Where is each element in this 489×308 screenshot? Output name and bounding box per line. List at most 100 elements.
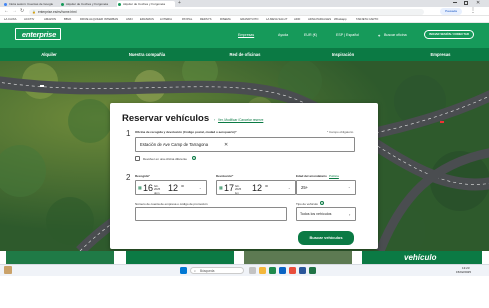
clock-time: 13:23: [462, 265, 470, 270]
promo-strip: vehículo: [0, 251, 489, 264]
bookmark[interactable]: RISEMA: [220, 16, 231, 23]
header-link-ayuda[interactable]: Ayuda: [278, 33, 288, 37]
promo-label: Número de cuenta de empresa o código de …: [135, 202, 208, 206]
new-tab-button[interactable]: +: [178, 0, 181, 7]
bookmark[interactable]: TARJETA CARTO: [356, 16, 378, 23]
browser-tab-label: Inicia sesión: Cuentas de Google: [9, 2, 54, 6]
return-datetime-field[interactable]: ▦ 17 feb. 2025 lun 12 00 ⌄: [216, 180, 296, 195]
word-icon[interactable]: [299, 267, 306, 274]
pickup-datetime-field[interactable]: ▦ 16 feb. 2025 dom 12 00 ⌄: [135, 180, 207, 195]
nav-item-alquiler[interactable]: Alquiler: [0, 48, 98, 61]
edge-icon[interactable]: [279, 267, 286, 274]
forward-icon[interactable]: →: [12, 8, 17, 14]
vehicle-type-label: Tipo de vehículo: [296, 202, 318, 206]
return-hour[interactable]: 12: [252, 181, 262, 196]
nav-item-inspiracion[interactable]: Inspiración: [294, 48, 392, 61]
age-select[interactable]: 25+ ⌄: [296, 180, 356, 195]
nav-item-empresas[interactable]: Empresas: [392, 48, 489, 61]
info-icon[interactable]: i: [192, 156, 196, 160]
pickup-minute[interactable]: 00: [181, 184, 184, 188]
bookmarks-bar: LA CAIXA ACCTIV AMAZON BBVA DRIVE ALQUIL…: [0, 16, 489, 23]
promo-tile-text: vehículo: [404, 253, 437, 262]
weather-icon[interactable]: [4, 266, 12, 274]
file-explorer-icon[interactable]: [259, 267, 266, 274]
bookmark[interactable]: AMAZON: [44, 16, 56, 23]
chevron-down-icon[interactable]: ⌄: [288, 186, 291, 190]
promo-tile[interactable]: [6, 251, 114, 264]
header-link-currency[interactable]: EUR (€): [304, 33, 317, 37]
back-icon[interactable]: ←: [4, 8, 9, 14]
lock-icon: 🔒: [32, 9, 36, 14]
bookmark[interactable]: INTERBAN: [104, 16, 118, 23]
return-minute[interactable]: 00: [265, 184, 268, 188]
bookmark[interactable]: DRIVE ALQUILER: [80, 16, 103, 23]
task-view-icon[interactable]: [249, 267, 256, 274]
bookmark[interactable]: BBVA: [64, 16, 71, 23]
nav-item-nuestra-compania[interactable]: Nuestra compañía: [98, 48, 196, 61]
search-vehicles-button[interactable]: Buscar vehículos: [298, 231, 354, 245]
chrome-icon[interactable]: [269, 267, 276, 274]
main-nav: Alquiler Nuestra compañía Red de oficina…: [0, 48, 489, 61]
bookmark[interactable]: ADNA PARAULES: [308, 16, 331, 23]
required-note: * Campo obligatorio: [327, 130, 354, 134]
age-label: Edad del arrendatario: [296, 174, 327, 178]
bookmark[interactable]: LA MEVA SALUT: [266, 16, 287, 23]
bookmark[interactable]: ADIF: [294, 16, 300, 23]
age-value: 25+: [301, 185, 309, 190]
clear-icon[interactable]: ✕: [224, 138, 228, 152]
bookmark[interactable]: Whatsapp: [334, 16, 347, 23]
pickup-day: 16: [143, 183, 154, 193]
step-number: 2: [126, 173, 131, 182]
reload-icon[interactable]: ↻: [20, 8, 24, 14]
calendar-icon: ▦: [138, 185, 142, 190]
bookmark[interactable]: ACCTIV: [24, 16, 34, 23]
calendar-icon: ▦: [219, 185, 223, 190]
pickup-weekday: dom: [154, 190, 160, 195]
maximize-icon[interactable]: [464, 1, 468, 5]
return-day: 17: [224, 183, 235, 193]
signin-button[interactable]: INICIAR SESIÓN / CONECTAR: [424, 30, 474, 39]
promo-tile[interactable]: vehículo: [362, 251, 482, 264]
bookmark[interactable]: REDSYS: [200, 16, 212, 23]
promo-code-input[interactable]: [135, 207, 287, 221]
booking-title: Reservar vehículos: [122, 113, 210, 124]
bookmark[interactable]: ANKI: [126, 16, 133, 23]
bookmark[interactable]: PAYPAL: [182, 16, 192, 23]
vehicle-type-select[interactable]: Todos los vehículos ›: [296, 207, 356, 221]
office-icon[interactable]: [289, 267, 296, 274]
bookmark[interactable]: GRANDTUITO: [240, 16, 258, 23]
close-icon[interactable]: ✕: [476, 0, 480, 6]
header-link-find-office[interactable]: Buscar oficina: [384, 33, 407, 37]
profile-button[interactable]: Pausada: [440, 8, 462, 15]
modify-reservation-link[interactable]: Ver, Modificar /Cancelar reserve: [218, 118, 263, 122]
bookmark[interactable]: LA CAIXA: [4, 16, 16, 23]
minimize-icon[interactable]: [453, 2, 457, 3]
pickup-location-value: Estación de Ave Camp de Tarragona: [140, 142, 209, 147]
nav-item-red-oficinas[interactable]: Red de oficinas: [196, 48, 294, 61]
address-bar-row: ← → ↻ 🔒 enterprise.es/es/home.html Pausa…: [0, 7, 489, 16]
age-policy-link[interactable]: Política: [329, 174, 339, 178]
promo-tile[interactable]: [126, 251, 234, 264]
taskbar-search-placeholder: Búsqueda: [200, 269, 215, 273]
google-icon: [4, 2, 7, 6]
enterprise-icon: [118, 2, 121, 6]
pickup-location-field[interactable]: Estación de Ave Camp de Tarragona ✕: [135, 137, 355, 152]
pickup-hour[interactable]: 12: [168, 181, 178, 196]
return-different-checkbox[interactable]: [135, 156, 140, 161]
booking-card: Reservar vehículos › Ver, Modificar /Can…: [110, 103, 378, 249]
enterprise-logo[interactable]: enterprise: [15, 28, 61, 40]
windows-start-icon[interactable]: [180, 267, 187, 274]
bookmark[interactable]: ERASMUS: [140, 16, 154, 23]
header-link-empresas[interactable]: Empresas: [238, 33, 254, 37]
info-icon[interactable]: i: [320, 201, 324, 205]
chevron-down-icon[interactable]: ⌄: [199, 186, 202, 190]
excel-icon[interactable]: [309, 267, 316, 274]
url-field[interactable]: 🔒 enterprise.es/es/home.html: [29, 8, 424, 15]
windows-taskbar: ⌕ Búsqueda 13:23 15/02/2025: [0, 264, 489, 276]
menu-icon[interactable]: ⋮: [470, 7, 476, 14]
taskbar-search[interactable]: ⌕ Búsqueda: [190, 267, 244, 274]
bookmark[interactable]: LOTERIA: [160, 16, 172, 23]
header-link-language[interactable]: ESP | Español: [336, 33, 359, 37]
promo-tile[interactable]: [244, 251, 352, 264]
browser-tab-label: Alquiler de Coches y Furgoneta: [66, 2, 109, 6]
